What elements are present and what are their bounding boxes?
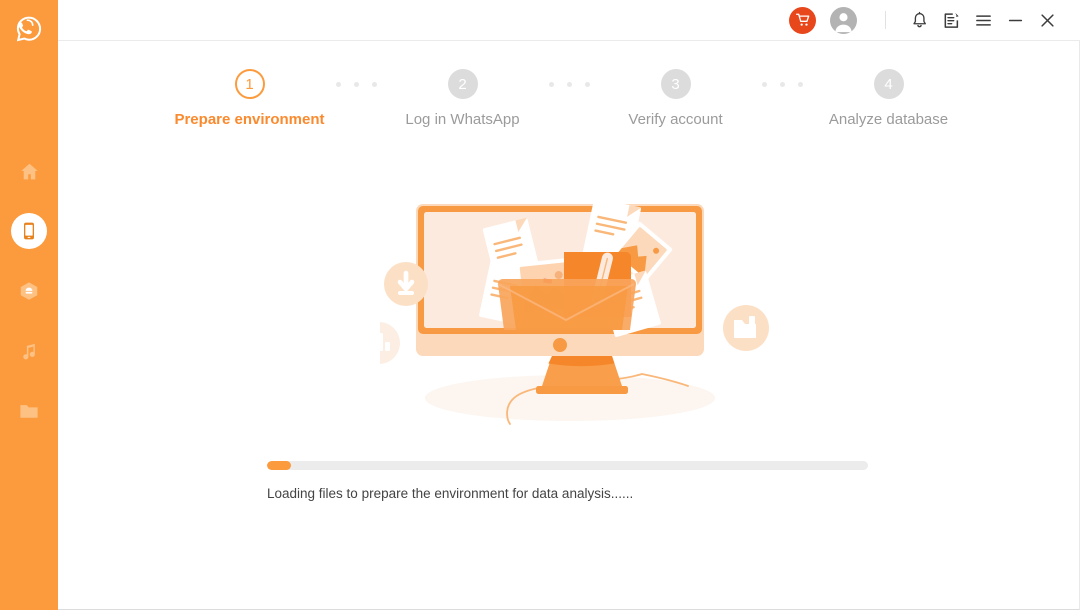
minimize-button[interactable] bbox=[1000, 5, 1030, 35]
connector-dot bbox=[779, 82, 785, 87]
app-window: 1 Prepare environment 2 Log in WhatsApp … bbox=[0, 0, 1080, 610]
progress-section: Loading files to prepare the environment… bbox=[267, 461, 868, 501]
bar-chart-badge-icon bbox=[358, 322, 400, 364]
step-indicator: 1 Prepare environment 2 Log in WhatsApp … bbox=[58, 41, 1080, 128]
whatsapp-logo-icon bbox=[16, 16, 42, 42]
close-button[interactable] bbox=[1032, 5, 1062, 35]
titlebar-divider bbox=[885, 11, 886, 29]
computer-data-transfer-illustration bbox=[358, 190, 780, 440]
notifications-button[interactable] bbox=[904, 5, 934, 35]
step-2: 2 Log in WhatsApp bbox=[380, 69, 545, 128]
step-connector-3 bbox=[758, 82, 806, 87]
cloud-icon bbox=[20, 282, 38, 300]
step-connector-1 bbox=[332, 82, 380, 87]
connector-dot bbox=[584, 82, 590, 87]
connector-dot bbox=[797, 82, 803, 87]
app-logo bbox=[8, 8, 50, 50]
folder-badge-icon bbox=[723, 305, 769, 351]
close-icon bbox=[1040, 13, 1054, 27]
sidebar-item-file-explorer[interactable] bbox=[11, 393, 47, 429]
title-bar bbox=[58, 0, 1080, 41]
step-2-label: Log in WhatsApp bbox=[405, 111, 520, 128]
shopping-cart-icon bbox=[795, 13, 809, 26]
step-3-label: Verify account bbox=[628, 111, 723, 128]
main-menu-button[interactable] bbox=[968, 5, 998, 35]
sidebar-item-home[interactable] bbox=[11, 153, 47, 189]
connector-dot bbox=[548, 82, 554, 87]
step-4-circle: 4 bbox=[873, 69, 904, 99]
bell-icon bbox=[912, 11, 926, 27]
cart-button[interactable] bbox=[789, 6, 816, 34]
download-badge-icon bbox=[384, 262, 428, 306]
step-3-circle: 3 bbox=[660, 69, 691, 99]
connector-dot bbox=[335, 82, 341, 87]
music-icon bbox=[23, 343, 35, 360]
step-connector-2 bbox=[545, 82, 593, 87]
step-3: 3 Verify account bbox=[593, 69, 758, 128]
account-button[interactable] bbox=[830, 6, 857, 34]
progress-bar-fill bbox=[267, 461, 292, 470]
step-2-circle: 2 bbox=[447, 69, 478, 99]
connector-dot bbox=[353, 82, 359, 87]
user-avatar-icon bbox=[835, 12, 852, 32]
connector-dot bbox=[566, 82, 572, 87]
step-4-label: Analyze database bbox=[828, 111, 949, 128]
sidebar-nav bbox=[11, 153, 47, 453]
step-1-circle: 1 bbox=[234, 69, 265, 99]
step-4: 4 Analyze database bbox=[806, 69, 971, 128]
sidebar-item-music-manager[interactable] bbox=[11, 333, 47, 369]
sidebar-item-phone-transfer[interactable] bbox=[11, 213, 47, 249]
connector-dot bbox=[761, 82, 767, 87]
home-icon bbox=[20, 163, 38, 179]
step-1-label: Prepare environment bbox=[174, 111, 325, 128]
progress-status-text: Loading files to prepare the environment… bbox=[267, 486, 634, 501]
sidebar bbox=[0, 0, 58, 610]
feedback-button[interactable] bbox=[936, 5, 966, 35]
step-1: 1 Prepare environment bbox=[167, 69, 332, 128]
hamburger-menu-icon bbox=[975, 14, 991, 26]
progress-bar-track bbox=[267, 461, 868, 470]
sidebar-item-cloud-backup[interactable] bbox=[11, 273, 47, 309]
feedback-note-icon bbox=[944, 12, 959, 28]
phone-icon bbox=[24, 222, 34, 240]
minimize-icon bbox=[1008, 19, 1022, 21]
connector-dot bbox=[371, 82, 377, 87]
folder-icon bbox=[20, 405, 38, 418]
